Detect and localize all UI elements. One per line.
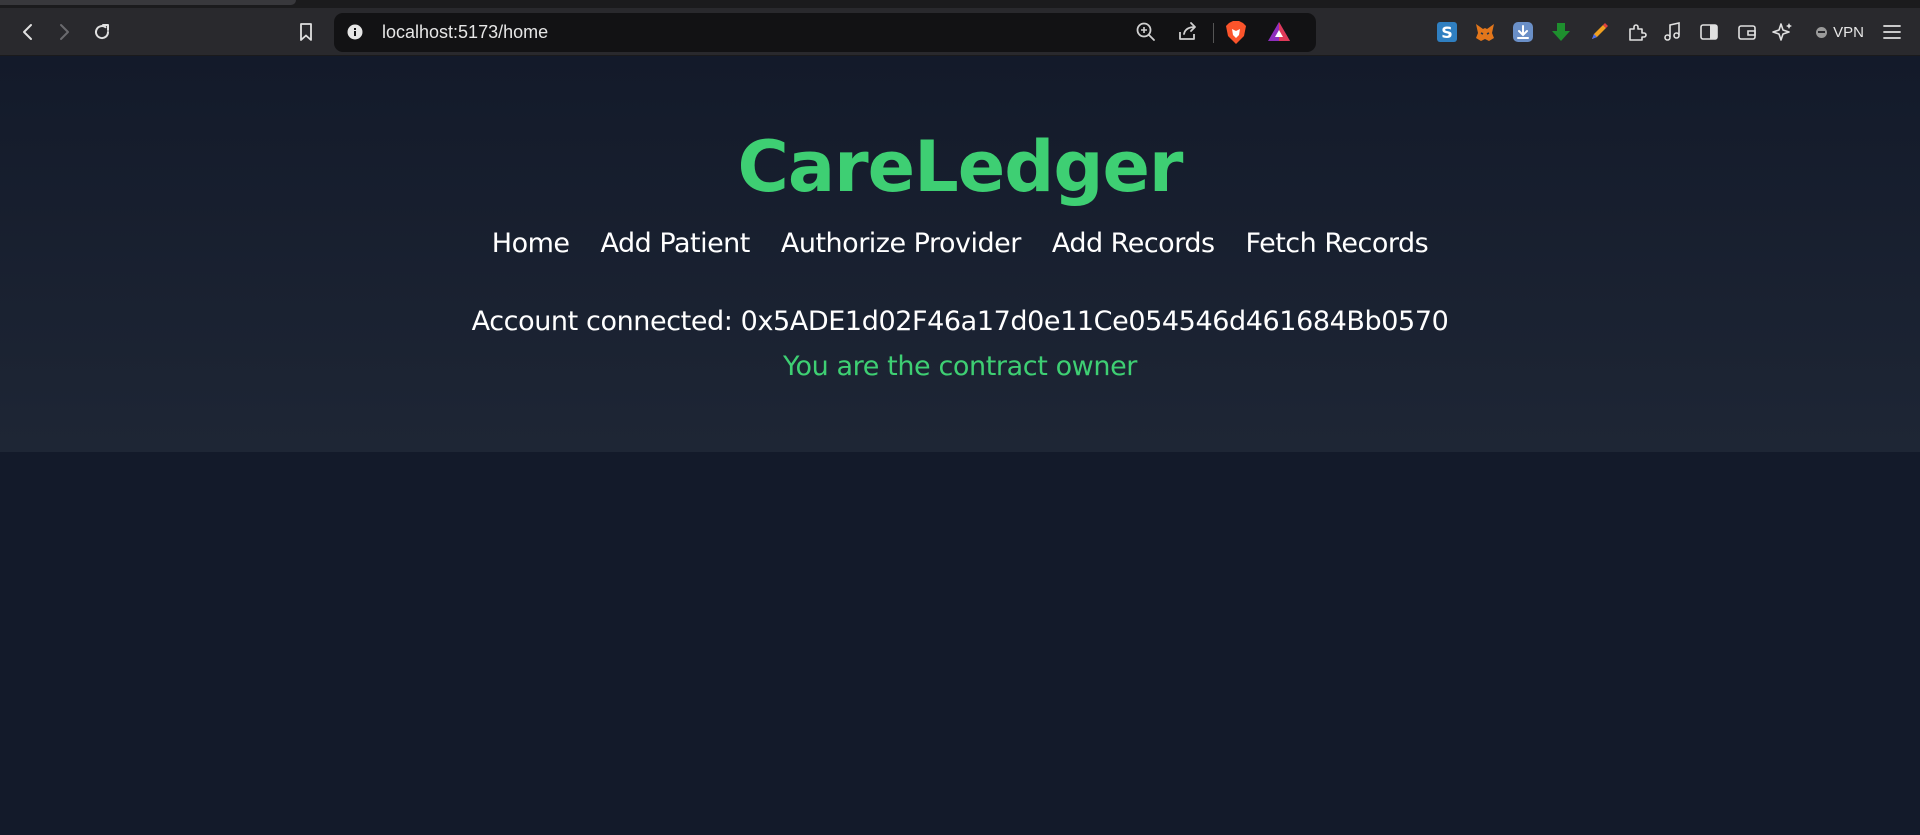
page-viewport: CareLedger Home Add Patient Authorize Pr… bbox=[0, 57, 1920, 835]
back-icon[interactable] bbox=[10, 8, 46, 56]
media-icon[interactable] bbox=[1660, 20, 1684, 44]
tab-strip bbox=[0, 0, 1920, 8]
bookmark-icon[interactable] bbox=[288, 8, 324, 56]
svg-text:S: S bbox=[1441, 23, 1453, 42]
menu-icon[interactable] bbox=[1880, 20, 1904, 44]
active-tab[interactable] bbox=[0, 0, 296, 5]
nav-link-fetch-records[interactable]: Fetch Records bbox=[1246, 227, 1429, 261]
header-section: CareLedger Home Add Patient Authorize Pr… bbox=[0, 57, 1920, 452]
vpn-label: VPN bbox=[1833, 23, 1864, 41]
account-connected-text: Account connected: 0x5ADE1d02F46a17d0e11… bbox=[471, 306, 1449, 337]
zoom-icon[interactable] bbox=[1134, 20, 1158, 49]
url-text[interactable]: localhost:5173/home bbox=[382, 13, 548, 52]
main-nav: Home Add Patient Authorize Provider Add … bbox=[0, 227, 1920, 261]
address-bar[interactable]: localhost:5173/home bbox=[334, 13, 1316, 52]
site-info-icon[interactable] bbox=[346, 23, 364, 41]
forward-icon[interactable] bbox=[46, 8, 82, 56]
brave-rewards-icon[interactable] bbox=[1266, 20, 1292, 49]
pencil-ext-icon[interactable] bbox=[1587, 20, 1611, 44]
brave-shields-icon[interactable] bbox=[1224, 20, 1248, 51]
green-arrow-ext-icon[interactable] bbox=[1549, 20, 1573, 44]
owner-status-text: You are the contract owner bbox=[782, 351, 1137, 382]
vpn-status-icon bbox=[1816, 26, 1828, 38]
sidebar-icon[interactable] bbox=[1697, 20, 1721, 44]
leo-ai-icon[interactable] bbox=[1771, 20, 1795, 44]
nav-link-add-records[interactable]: Add Records bbox=[1052, 227, 1215, 261]
nav-link-authorize-provider[interactable]: Authorize Provider bbox=[781, 227, 1021, 261]
nav-link-home[interactable]: Home bbox=[492, 227, 570, 261]
vpn-button[interactable]: VPN bbox=[1803, 18, 1877, 46]
extensions-icon[interactable] bbox=[1625, 20, 1649, 44]
extension-s-icon[interactable]: S bbox=[1435, 20, 1459, 44]
download-ext-icon[interactable] bbox=[1511, 20, 1535, 44]
omnibox-divider bbox=[1213, 23, 1214, 43]
wallet-icon[interactable] bbox=[1735, 20, 1759, 44]
nav-link-add-patient[interactable]: Add Patient bbox=[601, 227, 751, 261]
browser-toolbar: localhost:5173/home S VPN bbox=[0, 8, 1920, 56]
share-icon[interactable] bbox=[1176, 20, 1200, 49]
reload-icon[interactable] bbox=[84, 8, 120, 56]
app-title: CareLedger bbox=[737, 126, 1184, 208]
metamask-icon[interactable] bbox=[1473, 20, 1497, 44]
